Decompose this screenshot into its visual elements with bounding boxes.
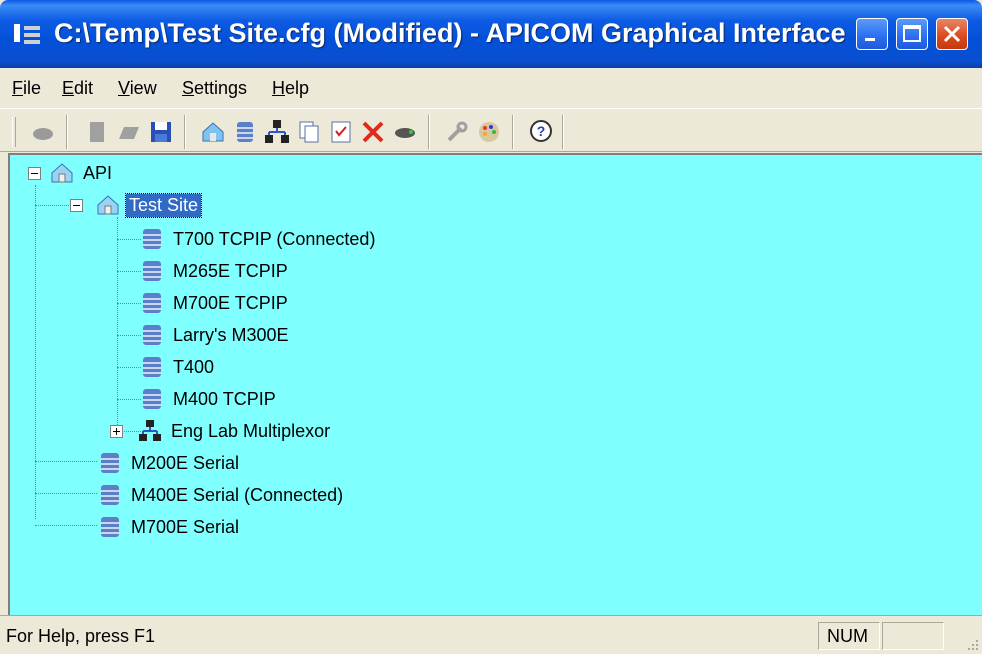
settings-icon[interactable] [444, 119, 470, 145]
minimize-button[interactable] [856, 18, 888, 50]
instrument-icon [101, 517, 119, 537]
copy-icon[interactable] [296, 119, 322, 145]
toolbar-separator [512, 115, 514, 149]
instrument-icon [143, 357, 161, 377]
toolbar-separator [184, 115, 186, 149]
properties-icon[interactable] [328, 119, 354, 145]
menu-settings-label: ettings [194, 78, 248, 98]
tree-node-label: T700 TCPIP (Connected) [173, 228, 376, 249]
num-lock-indicator: NUM [818, 622, 880, 650]
connect-icon[interactable] [30, 119, 56, 145]
maximize-icon [903, 25, 921, 42]
maximize-button[interactable] [896, 18, 928, 50]
tree-node-instrument[interactable]: M200E Serial [98, 449, 242, 477]
menu-file-mnemonic: F [12, 78, 23, 98]
instrument-icon [143, 293, 161, 313]
instrument-icon [143, 261, 161, 281]
tree-node-label: T400 [173, 356, 215, 377]
minimize-icon [865, 38, 875, 41]
menu-view-mnemonic: V [118, 78, 130, 98]
menu-help[interactable]: Help [272, 78, 309, 99]
title-bar[interactable]: C:\Temp\Test Site.cfg (Modified) - APICO… [0, 0, 982, 68]
tree-node-label: M200E Serial [131, 452, 240, 473]
toolbar-separator [66, 115, 68, 149]
instrument-icon [143, 389, 161, 409]
instrument-icon [101, 485, 119, 505]
tree-node-label: Test Site [124, 192, 203, 218]
menu-help-mnemonic: H [272, 78, 285, 98]
status-bar: For Help, press F1 NUM [0, 615, 982, 654]
menu-view-label: iew [129, 78, 157, 98]
status-pane-empty [882, 622, 944, 650]
root-collapse-toggle[interactable] [28, 167, 41, 180]
menu-file[interactable]: File [12, 78, 41, 99]
menu-edit[interactable]: Edit [62, 78, 93, 99]
window-title: C:\Temp\Test Site.cfg (Modified) - APICO… [54, 18, 846, 48]
toolbar-separator [562, 115, 564, 149]
tree-node-label: API [83, 162, 113, 183]
instrument-icon [101, 453, 119, 473]
toolbar-separator [428, 115, 430, 149]
tree-node-label: M700E TCPIP [173, 292, 288, 313]
menu-view[interactable]: View [118, 78, 157, 99]
tree-node-label: M700E Serial [131, 516, 240, 537]
tree-node-multiplexor[interactable]: Eng Lab Multiplexor [138, 417, 333, 445]
delete-icon[interactable] [360, 119, 386, 145]
tree-node-instrument[interactable]: M700E TCPIP [140, 289, 291, 317]
disconnect-icon[interactable] [392, 119, 418, 145]
add-site-icon[interactable] [200, 119, 226, 145]
menu-settings-mnemonic: S [182, 78, 195, 98]
svg-text:?: ? [537, 123, 546, 139]
tree-node-test-site[interactable]: Test Site [96, 191, 203, 219]
site-collapse-toggle[interactable] [70, 199, 83, 212]
site-icon [51, 163, 73, 183]
instrument-icon [143, 325, 161, 345]
tree-node-instrument[interactable]: Larry's M300E [140, 321, 291, 349]
open-icon[interactable] [116, 119, 142, 145]
tree-node-label: M265E TCPIP [173, 260, 288, 281]
close-button[interactable] [936, 18, 968, 50]
tree-node-label: M400 TCPIP [173, 388, 276, 409]
toolbar-grip[interactable] [12, 117, 16, 147]
toolbar: ? [0, 108, 982, 152]
instrument-icon [143, 229, 161, 249]
menu-bar: File Edit View Settings Help [0, 68, 982, 108]
add-instrument-icon[interactable] [232, 119, 258, 145]
tree-node-instrument[interactable]: T400 [140, 353, 217, 381]
tree-node-label: Larry's M300E [173, 324, 289, 345]
menu-file-label: ile [23, 78, 42, 98]
app-window: C:\Temp\Test Site.cfg (Modified) - APICO… [0, 0, 982, 654]
new-icon[interactable] [84, 119, 110, 145]
resize-grip-icon[interactable] [964, 636, 980, 652]
menu-edit-label: dit [74, 78, 94, 98]
site-icon [97, 195, 119, 215]
tree-node-api[interactable]: API [50, 159, 115, 187]
multiplexor-expand-toggle[interactable] [110, 425, 123, 438]
app-icon[interactable] [14, 22, 42, 48]
save-icon[interactable] [148, 119, 174, 145]
tree-node-label: Eng Lab Multiplexor [171, 420, 331, 441]
tree-node-label: M400E Serial (Connected) [131, 484, 344, 505]
tree-node-instrument[interactable]: T700 TCPIP (Connected) [140, 225, 378, 253]
colors-icon[interactable] [476, 119, 502, 145]
site-tree[interactable]: API Test Site T700 TCPIP (Connected) M26… [8, 153, 982, 615]
help-icon[interactable]: ? [528, 119, 554, 145]
add-multiplexor-icon[interactable] [264, 119, 290, 145]
status-text: For Help, press F1 [6, 626, 156, 646]
menu-edit-mnemonic: E [62, 78, 75, 98]
multiplexor-icon [139, 420, 161, 441]
tree-node-instrument[interactable]: M400E Serial (Connected) [98, 481, 346, 509]
tree-node-instrument[interactable]: M700E Serial [98, 513, 242, 541]
tree-node-instrument[interactable]: M265E TCPIP [140, 257, 291, 285]
menu-help-label: elp [285, 78, 310, 98]
menu-settings[interactable]: Settings [182, 78, 247, 99]
tree-node-instrument[interactable]: M400 TCPIP [140, 385, 279, 413]
close-icon [943, 25, 961, 43]
